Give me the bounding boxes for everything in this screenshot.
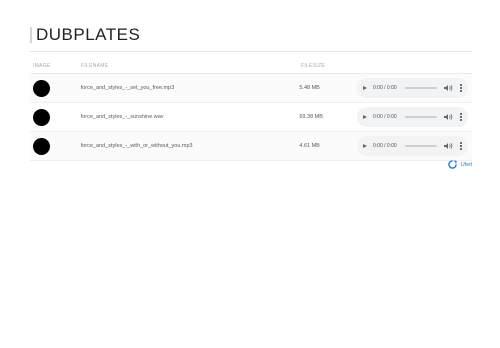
filename-cell: force_and_styles_-_set_you_free.mp3 xyxy=(80,85,175,91)
more-vertical-icon[interactable] xyxy=(459,113,462,121)
files-table: IMAGE FILENAME FILESIZE force_and_styles… xyxy=(30,58,472,161)
progress-slider[interactable] xyxy=(405,87,438,89)
brand-link[interactable]: Ufeit xyxy=(447,160,472,169)
play-icon[interactable] xyxy=(363,86,367,90)
filesize-cell: 4.61 MB xyxy=(299,143,320,149)
column-header-filesize: FILESIZE xyxy=(301,62,326,69)
volume-icon[interactable] xyxy=(443,142,453,150)
more-vertical-icon[interactable] xyxy=(459,84,462,92)
play-icon[interactable] xyxy=(363,115,367,119)
table-header: IMAGE FILENAME FILESIZE xyxy=(30,58,472,74)
page-header: DUBPLATES xyxy=(30,24,472,52)
page-title: DUBPLATES xyxy=(36,25,141,44)
time-display: 0:00 / 0:00 xyxy=(373,143,397,149)
volume-icon[interactable] xyxy=(443,113,453,121)
audio-player[interactable]: 0:00 / 0:00 xyxy=(357,107,468,127)
more-vertical-icon[interactable] xyxy=(459,142,462,150)
filesize-cell: 5.48 MB xyxy=(299,85,320,91)
play-icon[interactable] xyxy=(363,144,367,148)
image-cell xyxy=(30,108,81,126)
progress-slider[interactable] xyxy=(405,145,438,147)
filename-cell: force_and_styles_-_sunshine.wav xyxy=(80,114,164,120)
thumbnail xyxy=(33,79,50,97)
filename-cell: force_and_styles_-_with_or_without_you.m… xyxy=(80,143,193,149)
title-row: DUBPLATES xyxy=(30,24,472,46)
title-accent-bar xyxy=(30,27,32,43)
table-row: force_and_styles_-_with_or_without_you.m… xyxy=(30,132,472,161)
image-cell xyxy=(30,79,81,97)
thumbnail xyxy=(33,137,50,155)
volume-icon[interactable] xyxy=(443,84,453,92)
column-header-image: IMAGE xyxy=(33,62,51,69)
time-display: 0:00 / 0:00 xyxy=(373,85,397,91)
audio-player[interactable]: 0:00 / 0:00 xyxy=(357,136,468,156)
table-row: force_and_styles_-_set_you_free.mp3 5.48… xyxy=(30,74,472,103)
brand-logo-icon xyxy=(447,160,457,169)
image-cell xyxy=(30,137,81,155)
table-row: force_and_styles_-_sunshine.wav 69.38 MB… xyxy=(30,103,472,132)
column-header-filename: FILENAME xyxy=(81,62,109,69)
time-display: 0:00 / 0:00 xyxy=(373,114,397,120)
thumbnail xyxy=(33,108,50,126)
title-divider xyxy=(30,51,472,52)
brand-label[interactable]: Ufeit xyxy=(461,162,472,168)
filesize-cell: 69.38 MB xyxy=(299,114,323,120)
progress-slider[interactable] xyxy=(405,116,438,118)
audio-player[interactable]: 0:00 / 0:00 xyxy=(357,78,468,98)
